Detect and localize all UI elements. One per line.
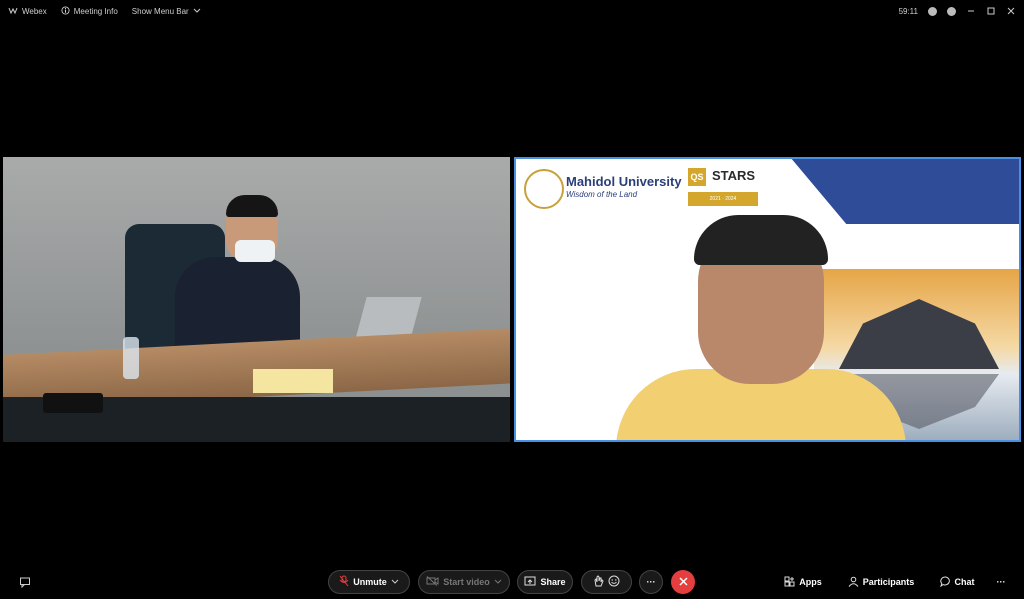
blue-stripe <box>791 159 1019 224</box>
share-icon <box>524 576 536 588</box>
reactions-group <box>581 570 632 594</box>
app-name: Webex <box>22 6 47 16</box>
raise-hand-icon[interactable] <box>593 575 604 589</box>
participant-video-left[interactable] <box>3 157 510 442</box>
more-options-button[interactable]: ··· <box>639 570 663 594</box>
start-video-label: Start video <box>443 577 490 587</box>
person-hair <box>226 195 278 217</box>
control-bar: Unmute Start video Share ··· Apps Partic… <box>0 566 1024 599</box>
chevron-down-icon[interactable] <box>494 577 502 587</box>
chat-button[interactable]: Chat <box>936 570 978 594</box>
show-menu-bar-label: Show Menu Bar <box>131 6 189 16</box>
chat-icon <box>939 575 951 589</box>
share-button[interactable]: Share <box>517 570 573 594</box>
close-icon[interactable] <box>1006 6 1016 16</box>
qs-stars-badge: QS STARS 2021 · 2024 <box>688 168 758 206</box>
meeting-timer: 59:11 <box>898 6 918 16</box>
face-mask <box>235 240 275 262</box>
microphone <box>43 393 103 413</box>
overflow-label: ··· <box>996 577 1006 587</box>
show-menu-bar-button[interactable]: Show Menu Bar <box>132 7 201 16</box>
mahidol-logo-icon <box>524 169 564 209</box>
share-label: Share <box>540 577 566 587</box>
nameplate <box>253 369 333 393</box>
minimize-icon[interactable] <box>966 6 976 16</box>
chat-label: Chat <box>954 577 975 587</box>
participant-video-right[interactable]: Mahidol University Wisdom of the Land QS… <box>514 157 1021 442</box>
speaker-hair <box>694 215 828 265</box>
qs-box: QS <box>688 168 706 186</box>
webex-menu[interactable]: Webex <box>8 5 47 17</box>
maximize-icon[interactable] <box>986 6 996 16</box>
rating-years: 2021 · 2024 <box>688 192 758 206</box>
meeting-info-button[interactable]: Meeting Info <box>61 5 118 17</box>
participants-button[interactable]: Participants <box>843 570 919 594</box>
overflow-menu-button[interactable]: ··· <box>992 570 1010 594</box>
window-controls: 59:11 <box>899 0 1016 22</box>
chat-bubble-icon[interactable] <box>14 570 36 594</box>
top-bar: Webex Meeting Info Show Menu Bar 59:11 <box>0 0 1024 22</box>
leave-meeting-button[interactable] <box>671 570 695 594</box>
chevron-down-icon[interactable] <box>391 577 399 587</box>
meeting-info-label: Meeting Info <box>73 6 118 16</box>
avatar[interactable] <box>947 6 956 16</box>
mic-muted-icon <box>339 575 349 589</box>
apps-icon <box>784 576 795 589</box>
person-icon <box>848 576 859 589</box>
water-bottle <box>123 337 139 379</box>
university-name: Mahidol University <box>566 174 682 189</box>
stars-label: STARS <box>712 168 756 183</box>
apps-label: Apps <box>799 577 822 587</box>
webex-icon <box>8 5 18 17</box>
chevron-down-icon <box>193 7 201 16</box>
university-motto: Wisdom of the Land <box>566 190 638 199</box>
video-off-icon <box>426 576 439 588</box>
apps-button[interactable]: Apps <box>780 570 826 594</box>
emoji-icon[interactable] <box>608 575 620 589</box>
close-icon <box>678 576 688 588</box>
connection-icon[interactable] <box>928 6 937 16</box>
unmute-button[interactable]: Unmute <box>328 570 410 594</box>
start-video-button[interactable]: Start video <box>418 570 510 594</box>
info-icon <box>61 5 70 17</box>
more-label: ··· <box>646 577 656 587</box>
participants-label: Participants <box>862 577 915 587</box>
unmute-label: Unmute <box>353 577 387 587</box>
